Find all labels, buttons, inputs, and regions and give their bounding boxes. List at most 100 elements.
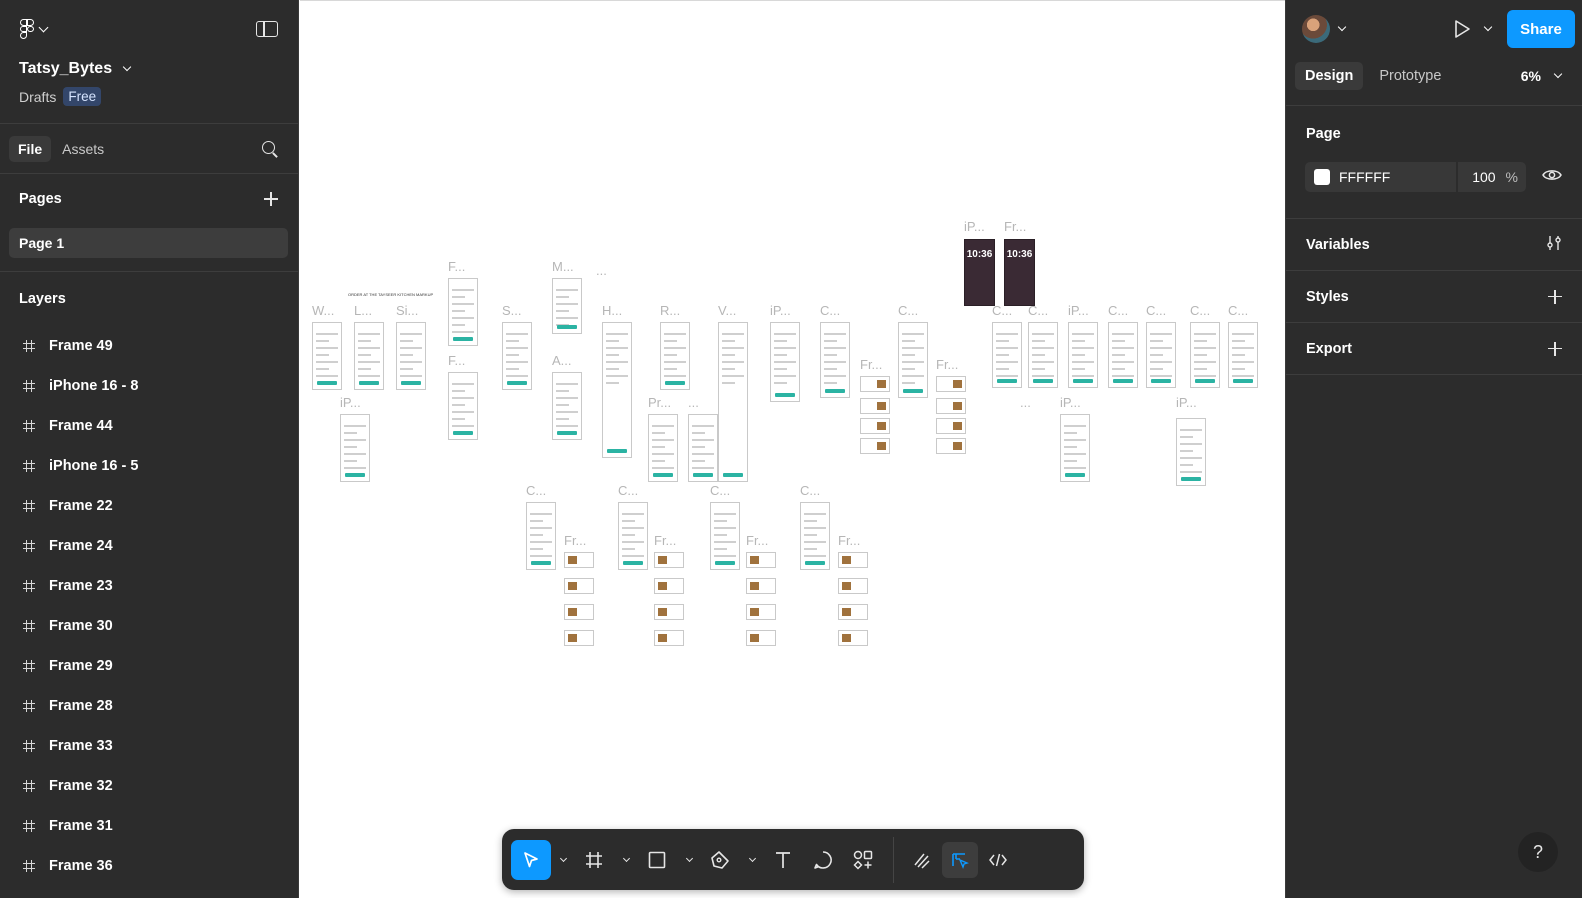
frame-label[interactable]: C... (898, 303, 918, 318)
dev-mode-button[interactable] (980, 842, 1016, 878)
canvas-frame[interactable] (552, 278, 582, 334)
frame-label[interactable]: Fr... (1004, 219, 1026, 234)
variables-settings-icon[interactable] (1546, 235, 1562, 255)
share-button[interactable]: Share (1507, 10, 1575, 48)
chevron-down-icon[interactable] (685, 854, 694, 862)
layer-item[interactable]: Frame 23 (0, 566, 298, 606)
tab-assets[interactable]: Assets (53, 136, 113, 162)
frame-label[interactable]: Fr... (860, 357, 882, 372)
search-icon[interactable] (262, 140, 278, 157)
present-button[interactable] (1453, 19, 1493, 39)
canvas-frame[interactable] (1146, 322, 1176, 388)
canvas-frame[interactable] (860, 418, 890, 434)
canvas-frame[interactable] (838, 630, 868, 646)
canvas-frame[interactable] (1060, 414, 1090, 482)
frame-tool-button[interactable] (574, 840, 614, 880)
canvas-frame[interactable] (564, 552, 594, 568)
frame-label[interactable]: iP... (1176, 395, 1197, 410)
frame-label[interactable]: V... (718, 303, 736, 318)
layer-item[interactable]: Frame 33 (0, 726, 298, 766)
frame-label[interactable]: S... (502, 303, 522, 318)
drafts-link[interactable]: Drafts (19, 89, 56, 105)
color-swatch[interactable] (1314, 169, 1330, 185)
layer-item[interactable]: Frame 32 (0, 766, 298, 806)
canvas-frame[interactable] (688, 414, 718, 482)
frame-label[interactable]: C... (1108, 303, 1128, 318)
comment-tool-button[interactable] (803, 840, 843, 880)
frame-label[interactable]: ... (688, 395, 699, 410)
frame-label[interactable]: ... (596, 263, 607, 278)
canvas-frame[interactable] (448, 372, 478, 440)
layer-item[interactable]: Frame 28 (0, 686, 298, 726)
frame-label[interactable]: A... (552, 353, 572, 368)
frame-label[interactable]: Fr... (838, 533, 860, 548)
canvas-frame[interactable] (1028, 322, 1058, 388)
canvas-frame[interactable] (936, 398, 966, 414)
canvas-frame[interactable] (660, 322, 690, 390)
canvas-frame[interactable] (838, 552, 868, 568)
canvas-frame[interactable] (654, 578, 684, 594)
layer-item[interactable]: Frame 49 (0, 326, 298, 366)
canvas-frame[interactable] (654, 552, 684, 568)
canvas-frame[interactable] (770, 322, 800, 402)
layer-item[interactable]: Frame 22 (0, 486, 298, 526)
avatar[interactable] (1302, 15, 1330, 43)
canvas-frame[interactable] (1176, 418, 1206, 486)
canvas-frame[interactable] (838, 578, 868, 594)
canvas-frame[interactable] (718, 322, 748, 482)
frame-label[interactable]: M... (552, 259, 574, 274)
frame-label[interactable]: C... (526, 483, 546, 498)
canvas-frame[interactable] (860, 398, 890, 414)
main-menu-button[interactable] (20, 19, 49, 39)
canvas-frame[interactable] (526, 502, 556, 570)
layer-item[interactable]: iPhone 16 - 5 (0, 446, 298, 486)
file-name-button[interactable]: Tatsy_Bytes (19, 60, 279, 78)
page-color-field[interactable]: FFFFFF 100 % (1305, 162, 1526, 192)
frame-label[interactable]: ... (1020, 395, 1031, 410)
canvas-frame[interactable] (502, 322, 532, 390)
frame-label[interactable]: C... (710, 483, 730, 498)
frame-label[interactable]: iP... (770, 303, 791, 318)
frame-label[interactable]: Fr... (936, 357, 958, 372)
frame-label[interactable]: iP... (1068, 303, 1089, 318)
frame-label[interactable]: Si... (396, 303, 418, 318)
canvas-frame[interactable] (312, 322, 342, 390)
frame-label[interactable]: F... (448, 259, 465, 274)
frame-label[interactable]: C... (1228, 303, 1248, 318)
frame-label[interactable]: C... (618, 483, 638, 498)
lockscreen-frame[interactable]: 10:36 (1004, 239, 1035, 306)
canvas-frame[interactable] (936, 418, 966, 434)
canvas-frame[interactable] (552, 372, 582, 440)
tab-design[interactable]: Design (1295, 61, 1364, 90)
add-export-icon[interactable] (1548, 341, 1562, 356)
layer-item[interactable]: Frame 29 (0, 646, 298, 686)
draw-mode-button[interactable] (904, 842, 940, 878)
frame-label[interactable]: iP... (340, 395, 361, 410)
frame-label[interactable]: F... (448, 353, 465, 368)
chevron-down-icon[interactable] (1483, 22, 1493, 32)
add-style-icon[interactable] (1548, 289, 1562, 304)
canvas-frame[interactable] (1108, 322, 1138, 388)
canvas-frame[interactable] (860, 438, 890, 454)
frame-label[interactable]: Pr... (648, 395, 671, 410)
layer-item[interactable]: Frame 31 (0, 806, 298, 846)
chevron-down-icon[interactable] (1337, 22, 1347, 32)
help-button[interactable]: ? (1518, 832, 1558, 872)
design-mode-button[interactable] (942, 841, 978, 878)
frame-label[interactable]: Fr... (746, 533, 768, 548)
frame-label[interactable]: C... (800, 483, 820, 498)
canvas-frame[interactable] (800, 502, 830, 570)
canvas-frame[interactable] (860, 376, 890, 392)
opacity-field[interactable]: 100 % (1456, 162, 1526, 192)
canvas-frame[interactable] (448, 278, 478, 346)
add-page-icon[interactable] (264, 192, 278, 206)
canvas-frame[interactable] (564, 630, 594, 646)
canvas-frame[interactable] (838, 604, 868, 620)
canvas-frame[interactable] (602, 322, 632, 458)
actions-button[interactable] (843, 840, 883, 880)
canvas-frame[interactable] (618, 502, 648, 570)
canvas-frame[interactable] (564, 578, 594, 594)
canvas-frame[interactable] (354, 322, 384, 390)
chevron-down-icon[interactable] (559, 854, 568, 862)
canvas-frame[interactable] (710, 502, 740, 570)
